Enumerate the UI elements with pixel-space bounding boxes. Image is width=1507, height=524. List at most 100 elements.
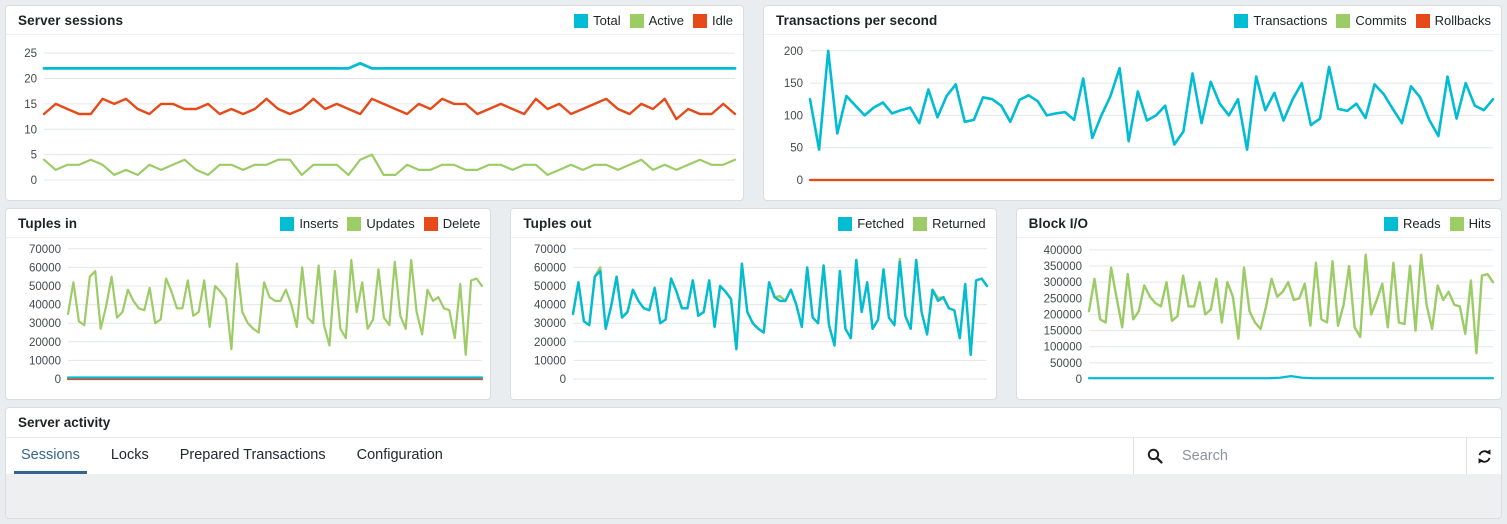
legend-item-delete: Delete <box>424 216 481 231</box>
legend-swatch-icon <box>280 217 294 231</box>
svg-text:300000: 300000 <box>1043 277 1081 289</box>
server-sessions-panel: Server sessions Total Active Idle 051015… <box>5 5 744 201</box>
svg-text:250000: 250000 <box>1043 293 1081 305</box>
activity-content-area <box>6 474 1501 518</box>
svg-text:200000: 200000 <box>1043 309 1081 321</box>
svg-text:30000: 30000 <box>534 318 566 330</box>
svg-text:150: 150 <box>784 78 803 90</box>
panel-header: Transactions per second Transactions Com… <box>764 6 1501 35</box>
svg-text:70000: 70000 <box>534 244 566 256</box>
legend-swatch-icon <box>1384 217 1398 231</box>
svg-text:400000: 400000 <box>1043 245 1081 257</box>
legend-label: Hits <box>1469 216 1491 231</box>
block-io-panel: Block I/O Reads Hits 0500001000001500002… <box>1016 208 1502 400</box>
panel-title: Tuples in <box>18 216 77 231</box>
legend-item-updates: Updates <box>347 216 414 231</box>
legend-swatch-icon <box>913 217 927 231</box>
legend-item-fetched: Fetched <box>838 216 904 231</box>
svg-text:20000: 20000 <box>534 337 566 349</box>
svg-text:0: 0 <box>55 374 61 386</box>
panel-title: Tuples out <box>523 216 591 231</box>
legend-swatch-icon <box>1234 14 1248 28</box>
legend-label: Reads <box>1403 216 1441 231</box>
svg-text:10: 10 <box>24 124 37 136</box>
legend-label: Delete <box>443 216 481 231</box>
legend-label: Inserts <box>299 216 338 231</box>
svg-text:200: 200 <box>784 46 803 58</box>
legend-item-hits: Hits <box>1450 216 1491 231</box>
legend-label: Returned <box>932 216 985 231</box>
svg-text:60000: 60000 <box>534 262 566 274</box>
legend-item-returned: Returned <box>913 216 985 231</box>
legend-item-total: Total <box>574 13 620 28</box>
tuples-in-panel: Tuples in Inserts Updates Delete 0100002… <box>5 208 491 400</box>
tab-configuration[interactable]: Configuration <box>350 438 450 474</box>
legend-item-idle: Idle <box>693 13 733 28</box>
svg-text:20000: 20000 <box>29 337 61 349</box>
legend-item-commits: Commits <box>1336 13 1406 28</box>
svg-text:50: 50 <box>790 143 803 155</box>
legend-swatch-icon <box>424 217 438 231</box>
legend-label: Fetched <box>857 216 904 231</box>
search-icon <box>1146 447 1164 465</box>
legend-swatch-icon <box>1450 217 1464 231</box>
legend-label: Commits <box>1355 13 1406 28</box>
legend-item-transactions: Transactions <box>1234 13 1327 28</box>
legend-swatch-icon <box>630 14 644 28</box>
svg-text:20: 20 <box>24 74 37 86</box>
legend-swatch-icon <box>1416 14 1430 28</box>
server-activity-panel: Server activity Sessions Locks Prepared … <box>5 407 1502 519</box>
svg-text:30000: 30000 <box>29 318 61 330</box>
svg-text:40000: 40000 <box>534 300 566 312</box>
server-sessions-chart: 0510152025 <box>6 35 743 200</box>
chart-legend: Fetched Returned <box>838 216 985 231</box>
legend-label: Active <box>649 13 684 28</box>
panel-title: Transactions per second <box>776 13 937 28</box>
refresh-icon <box>1476 448 1493 465</box>
transactions-per-second-chart: 0 50 100 150 200 <box>764 35 1501 200</box>
svg-text:150000: 150000 <box>1043 326 1081 338</box>
activity-search <box>1133 438 1466 474</box>
svg-text:40000: 40000 <box>29 300 61 312</box>
tab-sessions[interactable]: Sessions <box>14 438 87 474</box>
search-input[interactable] <box>1180 447 1454 465</box>
panel-header: Tuples out Fetched Returned <box>511 209 995 238</box>
svg-text:50000: 50000 <box>1050 358 1082 370</box>
panel-header: Block I/O Reads Hits <box>1017 209 1501 238</box>
svg-text:50000: 50000 <box>534 281 566 293</box>
svg-text:5: 5 <box>31 150 37 162</box>
legend-label: Rollbacks <box>1435 13 1491 28</box>
legend-item-inserts: Inserts <box>280 216 338 231</box>
panel-header: Tuples in Inserts Updates Delete <box>6 209 490 238</box>
chart-legend: Inserts Updates Delete <box>280 216 480 231</box>
tuples-in-chart: 010000200003000040000500006000070000 <box>6 238 490 399</box>
svg-text:10000: 10000 <box>534 355 566 367</box>
block-io-chart: 0500001000001500002000002500003000003500… <box>1017 238 1501 399</box>
svg-text:0: 0 <box>797 175 803 187</box>
panel-title: Block I/O <box>1029 216 1088 231</box>
svg-text:50000: 50000 <box>29 281 61 293</box>
legend-swatch-icon <box>1336 14 1350 28</box>
legend-swatch-icon <box>347 217 361 231</box>
tuples-out-chart: 010000200003000040000500006000070000 <box>511 238 995 399</box>
panel-header: Server sessions Total Active Idle <box>6 6 743 35</box>
svg-text:100: 100 <box>784 110 803 122</box>
refresh-button[interactable] <box>1466 438 1501 474</box>
panel-title: Server sessions <box>18 13 123 28</box>
legend-swatch-icon <box>838 217 852 231</box>
legend-item-rollbacks: Rollbacks <box>1416 13 1491 28</box>
chart-legend: Transactions Commits Rollbacks <box>1234 13 1491 28</box>
legend-swatch-icon <box>693 14 707 28</box>
tab-prepared-transactions[interactable]: Prepared Transactions <box>173 438 333 474</box>
tab-locks[interactable]: Locks <box>104 438 156 474</box>
legend-label: Total <box>593 13 620 28</box>
svg-text:350000: 350000 <box>1043 261 1081 273</box>
server-activity-tabbar: Sessions Locks Prepared Transactions Con… <box>6 438 1501 474</box>
svg-text:60000: 60000 <box>29 262 61 274</box>
tuples-out-panel: Tuples out Fetched Returned 010000200003… <box>510 208 996 400</box>
server-activity-title: Server activity <box>6 408 1501 438</box>
pgadmin-dashboard: Server sessions Total Active Idle 0 5 10 15… <box>0 0 1507 524</box>
charts-row-1: Server sessions Total Active Idle 0 5 10 15… <box>5 5 1502 201</box>
chart-legend: Reads Hits <box>1384 216 1491 231</box>
legend-label: Idle <box>712 13 733 28</box>
